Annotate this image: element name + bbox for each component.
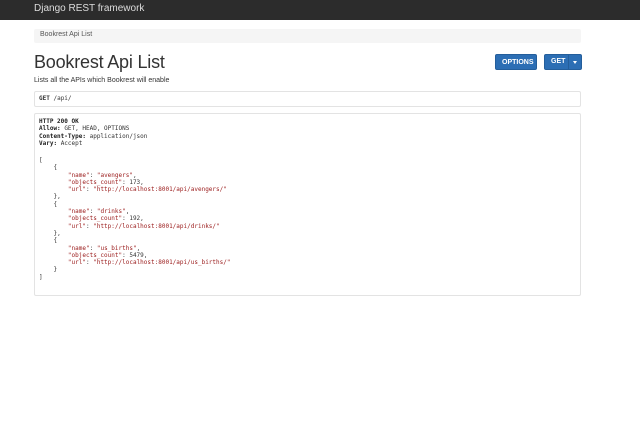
header-value: GET, HEAD, OPTIONS <box>64 125 130 133</box>
result-objects-count: 5479 <box>129 251 144 259</box>
page-title: Bookrest Api List <box>34 52 165 72</box>
result-url-link[interactable]: "http://localhost:8001/api/avengers/" <box>93 186 227 193</box>
request-line: GET /api/ <box>39 95 72 102</box>
get-button[interactable]: GET <box>544 54 582 70</box>
get-button-label: GET <box>551 58 566 65</box>
result-url-link[interactable]: "http://localhost:8001/api/us_births/" <box>93 259 230 266</box>
header-key: Allow: <box>39 125 61 133</box>
response-body: [ { "name": "avengers", "objects_count":… <box>39 157 231 281</box>
button-divider <box>568 55 569 69</box>
result-name: "us_births" <box>96 244 137 252</box>
response-status: HTTP 200 OK <box>39 118 79 125</box>
options-button[interactable]: OPTIONS <box>495 54 537 70</box>
header-value: Accept <box>60 139 83 147</box>
result-name: "drinks" <box>96 208 126 216</box>
navbar: Django REST framework <box>0 0 640 20</box>
header-value: application/json <box>89 132 148 140</box>
result-objects-count: 173 <box>129 178 141 186</box>
response-info: HTTP 200 OK Allow: GET, HEAD, OPTIONS Co… <box>34 113 581 296</box>
caret-down-icon[interactable] <box>573 61 577 64</box>
brand-link[interactable]: Django REST framework <box>34 3 144 14</box>
request-path: /api/ <box>53 95 72 102</box>
response-headers: HTTP 200 OK Allow: GET, HEAD, OPTIONS Co… <box>39 118 147 147</box>
result-url-link[interactable]: "http://localhost:8001/api/drinks/" <box>93 223 219 230</box>
page-description: Lists all the APIs which Bookrest will e… <box>34 77 170 84</box>
result-name: "avengers" <box>96 171 133 179</box>
header-key: Content-Type: <box>39 132 86 140</box>
result-objects-count: 192 <box>129 215 141 223</box>
request-info: GET /api/ <box>34 91 581 107</box>
breadcrumb-item-bookrest-api-list[interactable]: Bookrest Api List <box>40 31 92 38</box>
breadcrumb: Bookrest Api List <box>34 29 581 43</box>
request-method: GET <box>39 95 50 102</box>
header-key: Vary: <box>39 139 58 147</box>
